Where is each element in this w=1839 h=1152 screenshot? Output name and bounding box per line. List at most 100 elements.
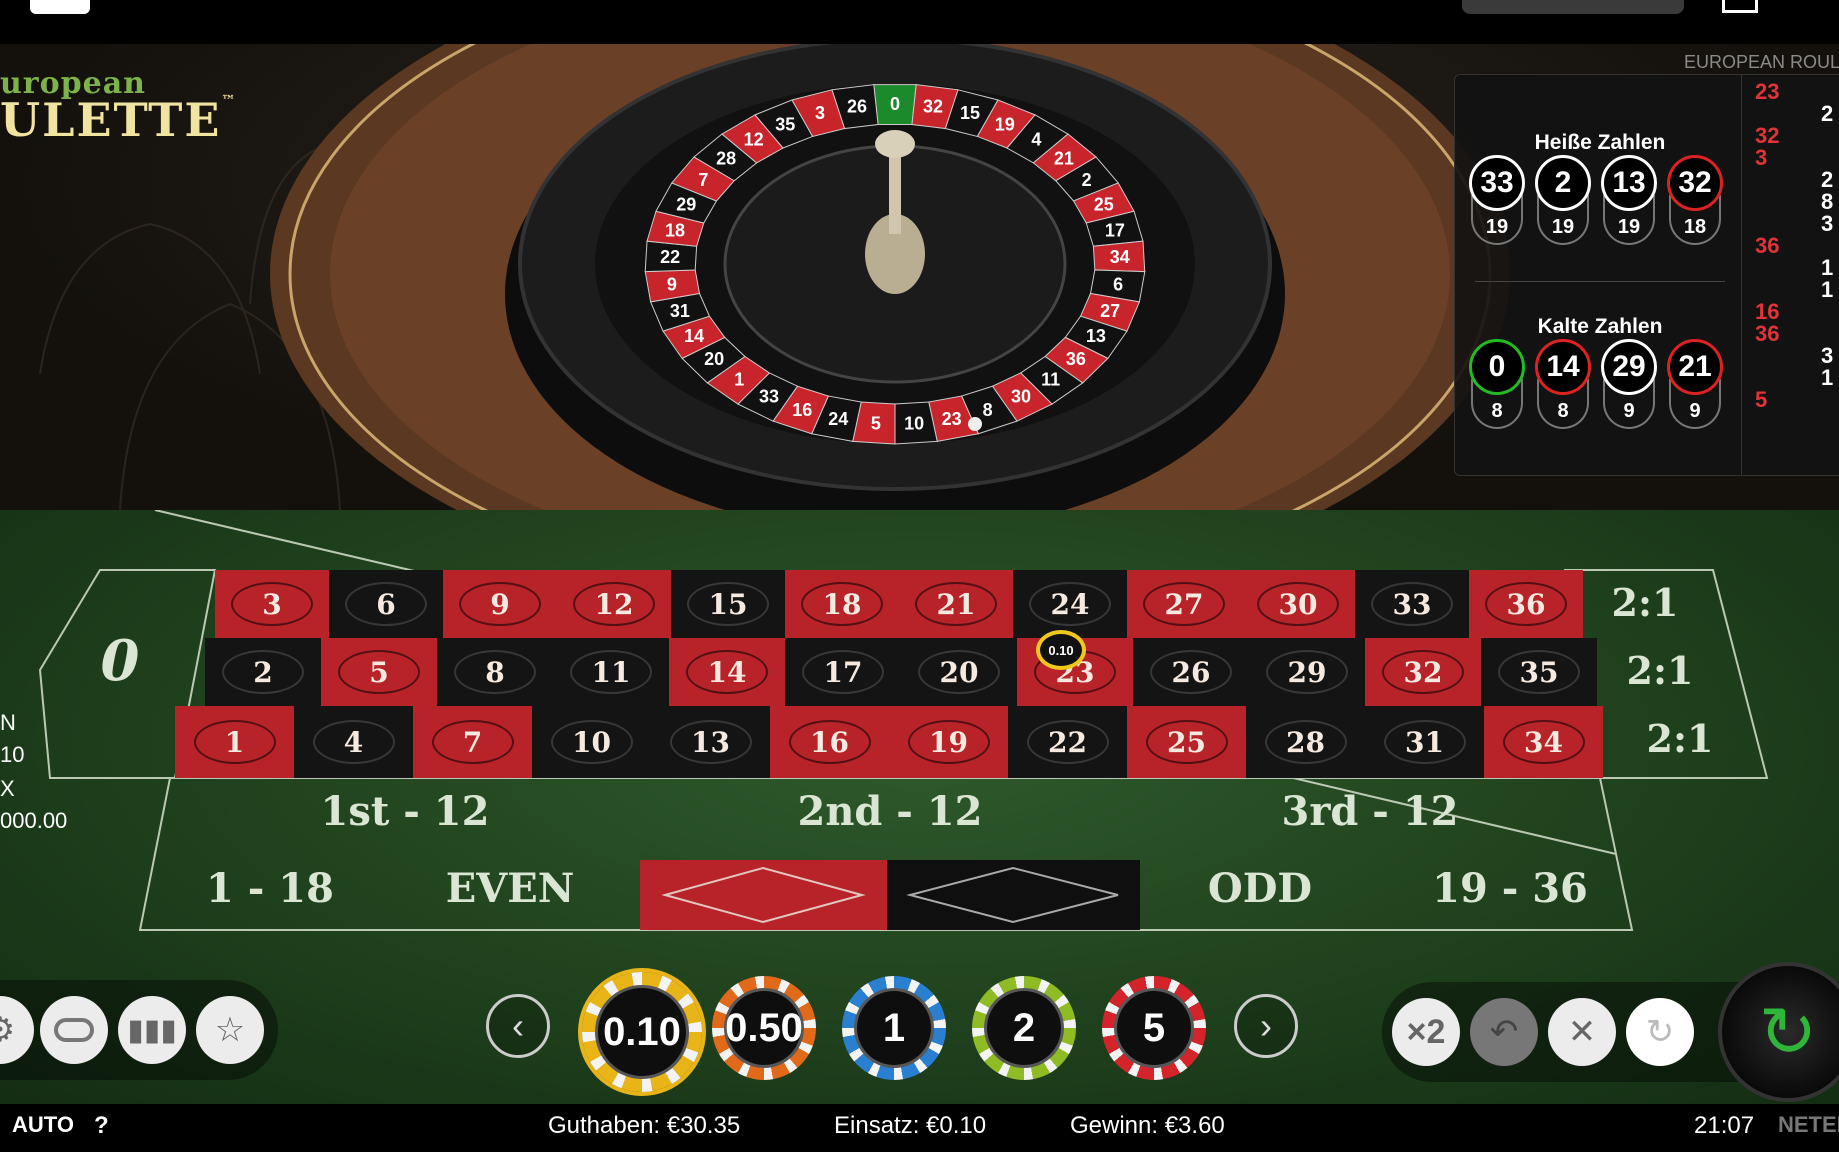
column-bet-1[interactable]: 2:1 [1585,580,1705,625]
number-label: 19 [907,720,990,764]
number-cell-15[interactable]: 15 [671,570,785,638]
bet-black[interactable] [887,860,1140,930]
number-label: 7 [431,720,514,764]
number-label: 2 [222,650,304,694]
undo-button[interactable]: ↶ [1470,998,1538,1066]
dozen-3[interactable]: 3rd - 12 [1205,788,1535,835]
chip-label: 2 [984,988,1064,1068]
fullscreen-icon[interactable] [1722,0,1758,13]
wheel-number: 28 [716,148,736,168]
cold-number: 9 29 [1601,339,1657,449]
menu-button[interactable] [30,0,90,14]
limit-value-1: 10 [0,742,25,767]
wheel-number: 16 [792,400,812,420]
number-cell-7[interactable]: 7 [413,706,532,778]
number-cell-33[interactable]: 33 [1355,570,1469,638]
bet-high[interactable]: 19 - 36 [1400,865,1620,912]
number-cell-2[interactable]: 2 [205,638,321,706]
clear-bets-button[interactable]: ✕ [1548,998,1616,1066]
hot-number-number: 13 [1601,155,1657,211]
number-cell-6[interactable]: 6 [329,570,443,638]
wheel-number: 27 [1100,301,1120,321]
auto-button[interactable]: AUTO [12,1112,74,1138]
settings-button[interactable]: ⚙ [0,996,34,1064]
number-cell-8[interactable]: 8 [437,638,553,706]
wheel-number: 25 [1094,194,1114,214]
number-cell-36[interactable]: 36 [1469,570,1583,638]
number-cell-4[interactable]: 4 [294,706,413,778]
number-cell-29[interactable]: 29 [1249,638,1365,706]
statistics-button[interactable]: ▮▮▮ [118,996,186,1064]
bet-odd[interactable]: ODD [1150,865,1370,912]
number-cell-16[interactable]: 16 [770,706,889,778]
number-cell-27[interactable]: 27 [1127,570,1241,638]
number-cell-34[interactable]: 34 [1484,706,1603,778]
number-label: 20 [918,650,1000,694]
number-cell-11[interactable]: 11 [553,638,669,706]
number-cell-13[interactable]: 13 [651,706,770,778]
clock-text: 21:07 [1694,1112,1755,1139]
number-label: 13 [669,720,752,764]
chip-0.10[interactable]: 0.10 [582,972,702,1092]
dozen-2[interactable]: 2nd - 12 [725,788,1055,835]
wheel-number: 17 [1105,220,1125,240]
wheel-number: 4 [1031,130,1041,150]
help-button[interactable]: ? [94,1112,109,1140]
number-cell-3[interactable]: 3 [215,570,329,638]
history-divider [1741,75,1742,475]
racetrack-button[interactable] [40,996,108,1064]
number-cell-25[interactable]: 25 [1127,706,1246,778]
favorites-button[interactable]: ☆ [196,996,264,1064]
history-number: 36 [1755,233,1780,258]
number-cell-14[interactable]: 14 [669,638,785,706]
number-cell-1[interactable]: 1 [175,706,294,778]
history-number: 1 [1821,277,1834,302]
number-cell-22[interactable]: 22 [1008,706,1127,778]
number-cell-35[interactable]: 35 [1481,638,1597,706]
placed-chip[interactable]: 0.10 [1036,630,1086,670]
number-label: 27 [1143,582,1225,626]
number-cell-5[interactable]: 5 [321,638,437,706]
number-cell-20[interactable]: 20 [901,638,1017,706]
number-cell-28[interactable]: 28 [1246,706,1365,778]
number-cell-30[interactable]: 30 [1241,570,1355,638]
number-label: 32 [1382,650,1464,694]
chip-1[interactable]: 1 [842,976,946,1080]
number-cell-17[interactable]: 17 [785,638,901,706]
column-bet-3[interactable]: 2:1 [1620,716,1740,761]
number-cell-9[interactable]: 9 [443,570,557,638]
number-cell-19[interactable]: 19 [889,706,1008,778]
double-bet-button[interactable]: ×2 [1392,998,1460,1066]
chip-2[interactable]: 2 [972,976,1076,1080]
bet-even[interactable]: EVEN [400,865,620,912]
number-cell-18[interactable]: 18 [785,570,899,638]
wheel-number: 10 [904,413,924,433]
zero-cell[interactable]: 0 [60,628,180,694]
number-label: 15 [687,582,769,626]
number-cell-31[interactable]: 31 [1365,706,1484,778]
number-cell-24[interactable]: 24 [1013,570,1127,638]
number-label: 9 [459,582,541,626]
wheel-number: 29 [676,194,696,214]
cold-number-number: 29 [1601,339,1657,395]
number-label: 16 [788,720,871,764]
chip-5[interactable]: 5 [1102,976,1206,1080]
bet-low[interactable]: 1 - 18 [160,865,380,912]
number-label: 31 [1383,720,1466,764]
rebet-icon: ↻ [1645,1013,1675,1051]
number-cell-26[interactable]: 26 [1133,638,1249,706]
number-cell-10[interactable]: 10 [532,706,651,778]
chip-next-button[interactable]: › [1234,994,1298,1058]
number-cell-12[interactable]: 12 [557,570,671,638]
rebet-button[interactable]: ↻ [1626,998,1694,1066]
column-bet-2[interactable]: 2:1 [1600,648,1720,693]
number-label: 14 [686,650,768,694]
chip-0.50[interactable]: 0.50 [712,976,816,1080]
cold-number-number: 14 [1535,339,1591,395]
number-cell-21[interactable]: 21 [899,570,1013,638]
dozen-1[interactable]: 1st - 12 [240,788,570,835]
bet-red[interactable] [640,860,887,930]
number-cell-32[interactable]: 32 [1365,638,1481,706]
chip-prev-button[interactable]: ‹ [486,994,550,1058]
wheel-number: 36 [1066,349,1086,369]
